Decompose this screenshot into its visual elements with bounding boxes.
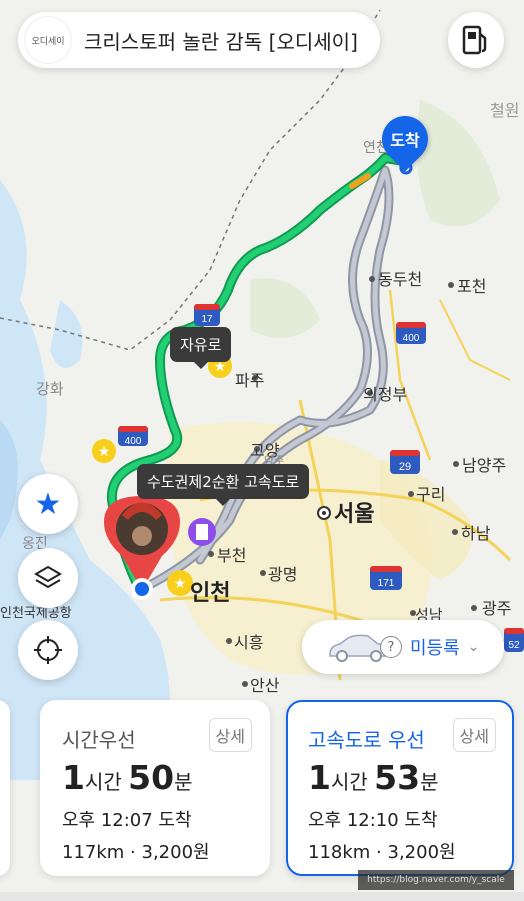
place-label: 포천 [457,278,486,296]
place-label: 시흥 [234,634,263,652]
watermark: https://blog.naver.com/y_scale [358,870,514,890]
place-label: 남양주 [462,457,506,475]
star-icon: ★ [34,486,62,522]
place-label: 하남 [461,525,491,543]
place-label: 파주 [235,372,264,390]
road-shield-400-a: 400 [118,426,148,447]
place-label: 인천 [190,580,230,605]
route-title: 고속도로 우선 [308,728,425,752]
road-shield-52: 52 [504,628,524,652]
detail-button[interactable]: 상세 [208,718,252,752]
place-label: 철원 [490,102,519,120]
road-shield-17: 17 [194,304,220,326]
logo-text: 오디세이 [31,36,65,47]
svg-text:★: ★ [174,576,187,592]
bottom-strip [0,892,524,901]
place-label: 동두천 [378,271,422,289]
route-duration: 1시간 53분 [308,758,439,797]
route-meta: 117km · 3,200원 [62,842,210,863]
road-shield-400-b: 400 [396,322,426,344]
place-label: 광명 [268,566,297,584]
chevron-down-icon: ⌄ [467,639,480,655]
fuel-pump-icon [462,25,487,55]
route-toll: 3,200원 [387,842,456,863]
svg-text:★: ★ [98,444,111,460]
svg-text:52: 52 [508,640,520,651]
place-label: 부천 [217,547,246,565]
svg-text:171: 171 [378,578,395,589]
layers-icon [34,565,62,589]
search-bar[interactable]: 오디세이 크리스토퍼 놀란 감독 [오디세이] [18,12,380,68]
place-label: 서울 [334,501,374,526]
route-meta: 118km · 3,200원 [308,842,456,863]
route-toll: 3,200원 [141,842,210,863]
crosshair-icon [34,636,62,664]
road-shield-171: 171 [370,566,402,590]
route-card-partial[interactable] [0,700,10,876]
svg-text:400: 400 [125,436,142,447]
svg-text:400: 400 [403,333,420,344]
vehicle-selector[interactable]: ? 미등록 ⌄ [302,620,504,674]
destination-label: 도착 [390,131,420,150]
place-label: 의정부 [363,386,407,404]
arrival-time: 오후 12:10 도착 [308,810,438,831]
place-label: 안산 [250,677,280,695]
place-label: 인천국제공항 [0,605,72,620]
locate-button[interactable] [18,620,78,680]
vehicle-label: 미등록 [410,638,460,659]
detail-button[interactable]: 상세 [452,718,496,752]
favorite-button[interactable]: ★ [18,474,78,534]
search-query: 크리스토퍼 놀란 감독 [오디세이] [84,29,358,54]
place-label: 광주 [482,600,511,618]
search-logo: 오디세이 [24,16,72,64]
svg-text:17: 17 [201,314,213,325]
route-tooltip-ring-expressway[interactable]: 수도권제2순환 고속도로 [137,464,310,506]
road-shield-29: 29 [390,450,420,474]
fuel-button[interactable] [448,12,504,68]
route-tooltip-jayuro[interactable]: 자유로 [170,327,232,369]
route-title: 시간우선 [62,728,136,752]
route-distance: 117km [62,842,125,863]
arrival-time: 오후 12:07 도착 [62,810,192,831]
route-card-time-priority[interactable]: 시간우선 상세 1시간 50분 오후 12:07 도착 117km · 3,20… [40,700,270,876]
layers-button[interactable] [18,548,78,608]
place-label: 구리 [416,486,445,504]
route-card-highway-priority[interactable]: 고속도로 우선 상세 1시간 53분 오후 12:10 도착 118km · 3… [286,700,514,876]
route-duration: 1시간 50분 [62,758,193,797]
vehicle-help-icon[interactable]: ? [380,636,402,658]
route-distance: 118km [308,842,371,863]
place-label: 강화 [36,381,64,398]
svg-text:29: 29 [399,461,411,473]
